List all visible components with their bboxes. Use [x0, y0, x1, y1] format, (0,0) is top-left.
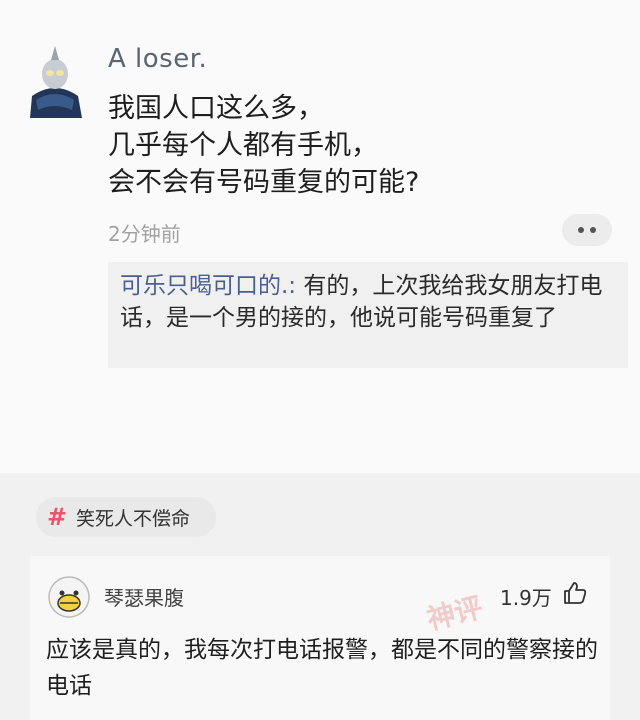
- like-count: 1.9万: [500, 586, 552, 610]
- thumbs-up-icon[interactable]: [562, 580, 588, 606]
- post-time: 2分钟前: [108, 222, 181, 246]
- topic-chip[interactable]: # 笑死人不偿命: [36, 497, 216, 537]
- question-line: 我国人口这么多，: [108, 93, 324, 124]
- question-line: 会不会有号码重复的可能?: [108, 167, 420, 198]
- reply-username[interactable]: 可乐只喝可口的.:: [120, 273, 296, 299]
- more-dots-icon: [575, 227, 599, 233]
- post-question: 我国人口这么多， 几乎每个人都有手机， 会不会有号码重复的可能?: [108, 90, 588, 201]
- post-card: A loser. 我国人口这么多， 几乎每个人都有手机， 会不会有号码重复的可能…: [0, 0, 640, 473]
- stamp-text: 神评: [423, 590, 487, 637]
- avatar[interactable]: [22, 40, 88, 118]
- commenter-name[interactable]: 琴瑟果腹: [104, 582, 184, 611]
- post-author[interactable]: A loser.: [108, 44, 207, 74]
- more-options-button[interactable]: [562, 214, 612, 246]
- commenter-avatar[interactable]: [48, 576, 90, 618]
- reply-box[interactable]: 可乐只喝可口的.: 有的，上次我给我女朋友打电话，是一个男的接的，他说可能号码重…: [108, 262, 628, 368]
- comment-card: 琴瑟果腹 神评 1.9万 应该是真的，我每次打电话报警，都是不同的警察接的电话: [30, 556, 610, 720]
- hash-icon: #: [46, 503, 68, 531]
- reply-text: 可乐只喝可口的.: 有的，上次我给我女朋友打电话，是一个男的接的，他说可能号码重…: [120, 270, 620, 334]
- question-line: 几乎每个人都有手机，: [108, 130, 378, 161]
- topic-label: 笑死人不偿命: [76, 507, 191, 530]
- comment-text: 应该是真的，我每次打电话报警，都是不同的警察接的电话: [46, 637, 598, 699]
